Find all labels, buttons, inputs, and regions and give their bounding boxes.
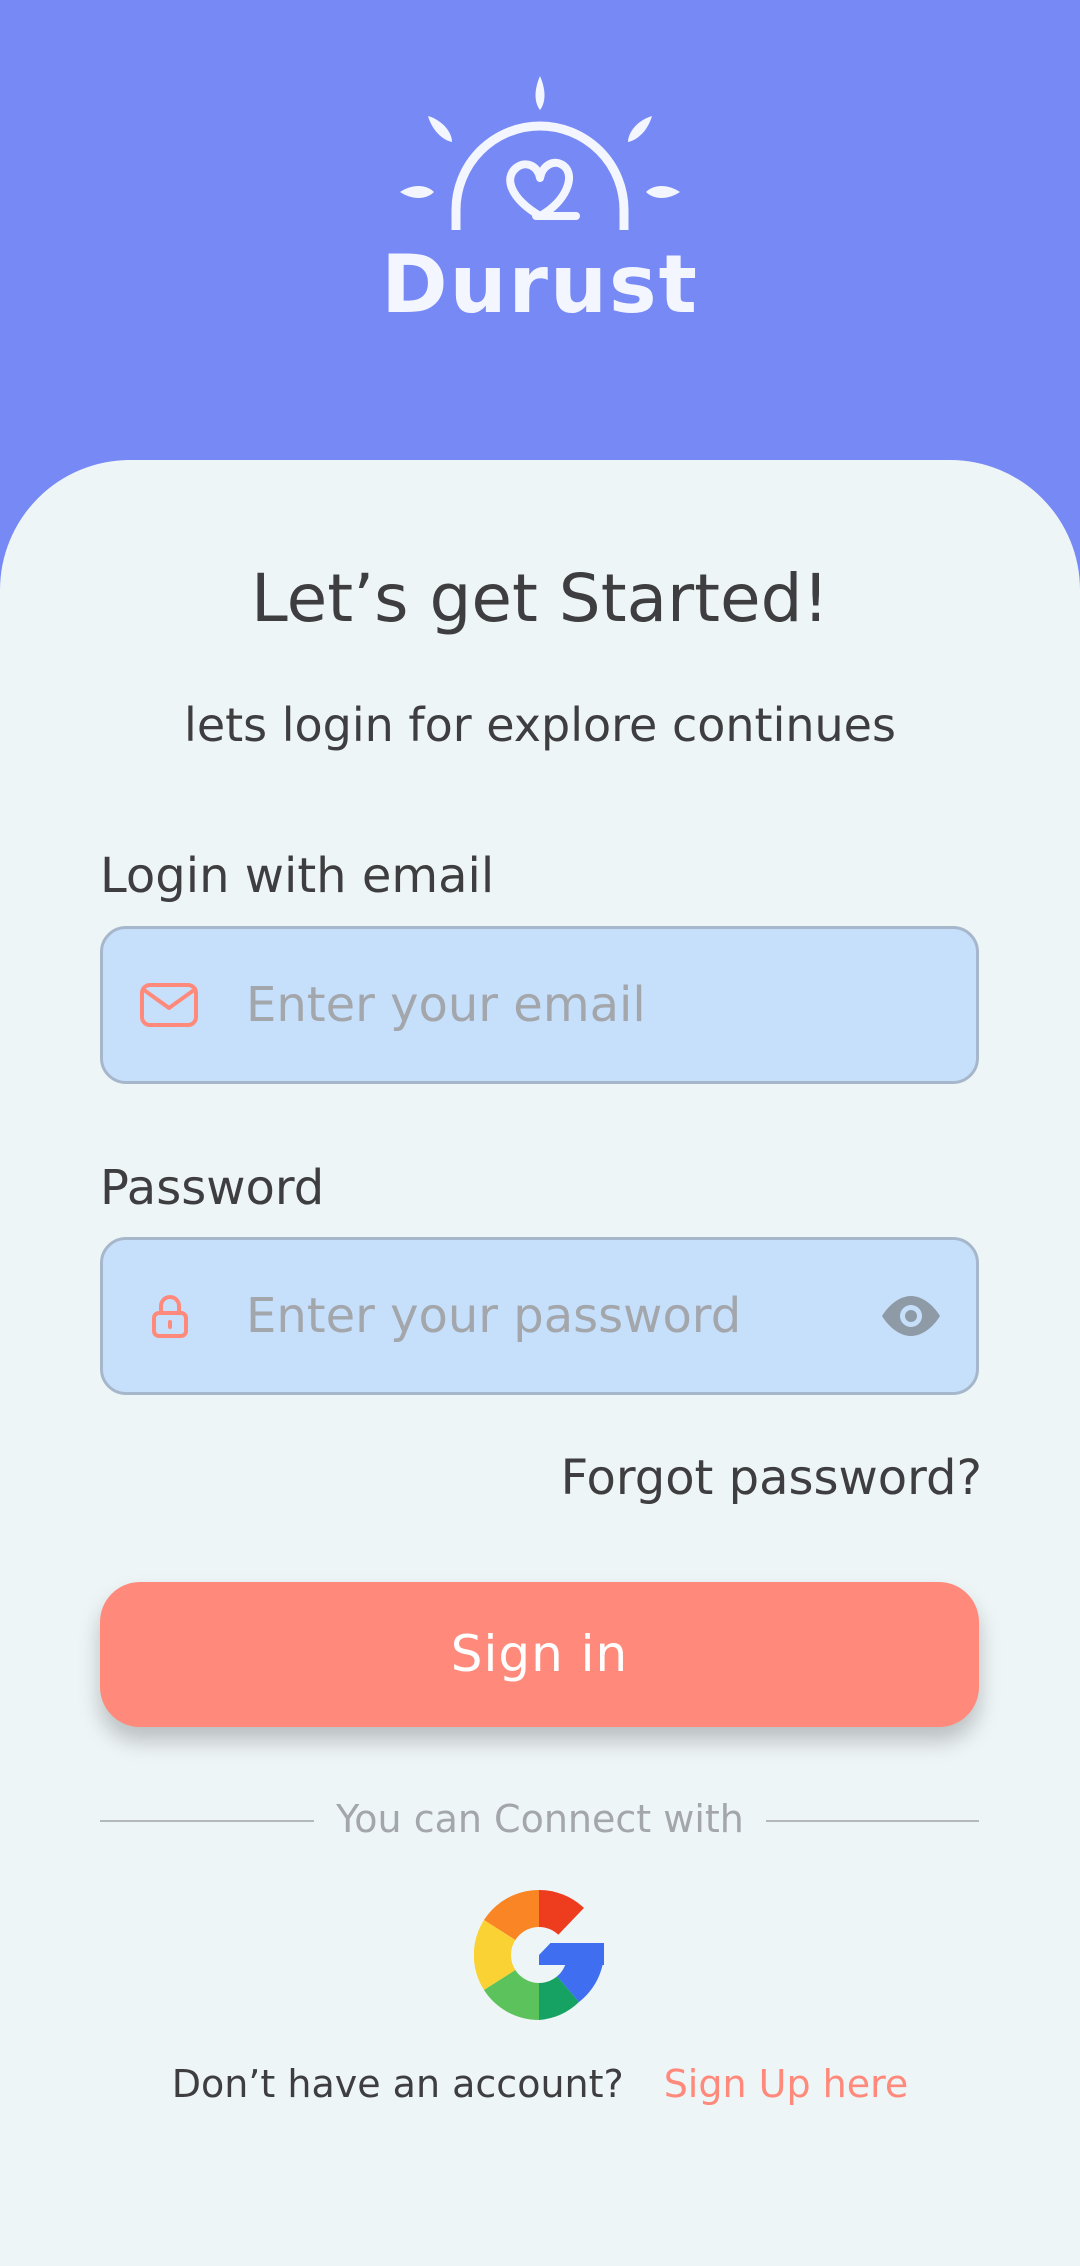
google-icon[interactable]	[474, 1890, 604, 2020]
connect-text: You can Connect with	[336, 1797, 744, 1841]
password-field[interactable]: Enter your password	[100, 1237, 979, 1395]
page-title: Let’s get Started!	[251, 560, 829, 637]
forgot-password-link[interactable]: Forgot password?	[561, 1450, 982, 1506]
mail-icon	[140, 983, 198, 1027]
password-label: Password	[100, 1160, 325, 1216]
email-field[interactable]: Enter your email	[100, 926, 979, 1084]
logo-icon	[400, 76, 680, 230]
email-placeholder: Enter your email	[246, 977, 646, 1033]
header: Durust	[0, 0, 1080, 480]
password-placeholder: Enter your password	[246, 1288, 742, 1344]
email-label: Login with email	[100, 848, 495, 904]
brand-name: Durust	[381, 238, 699, 331]
page-subtitle: lets login for explore continues	[184, 698, 896, 752]
sign-in-button[interactable]: Sign in	[100, 1582, 979, 1727]
eye-icon[interactable]	[880, 1294, 942, 1338]
sign-up-link[interactable]: Sign Up here	[664, 2062, 909, 2106]
no-account-text: Don’t have an account?	[171, 2062, 624, 2106]
lock-icon	[152, 1295, 188, 1338]
divider-right	[766, 1820, 979, 1822]
signup-prompt: Don’t have an account? Sign Up here	[0, 2062, 1080, 2106]
